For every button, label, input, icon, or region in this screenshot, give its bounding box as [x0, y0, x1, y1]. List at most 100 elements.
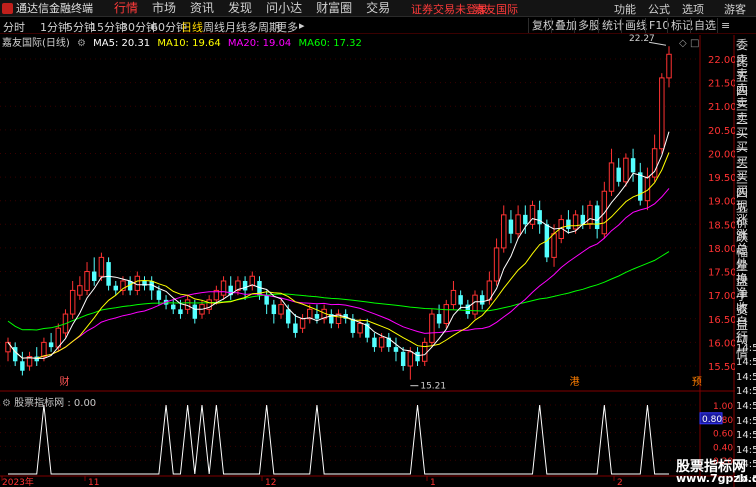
candle-body: [616, 167, 621, 182]
candle-body: [666, 53, 672, 79]
price-tick-label: 16.50: [708, 315, 735, 326]
candle-body: [350, 318, 356, 333]
candle-body: [407, 351, 414, 367]
candle-body: [69, 289, 76, 315]
candle-body: [113, 285, 118, 291]
candle-body: [41, 341, 47, 358]
price-tick-label: 17.00: [708, 291, 735, 302]
candle-body: [479, 295, 485, 305]
candle-body: [400, 351, 406, 366]
time-axis-label: 11: [88, 478, 99, 487]
candle-body: [608, 162, 615, 192]
candle-body: [443, 304, 449, 324]
low-price-label: 15.21: [420, 382, 446, 392]
candle-body: [48, 342, 54, 348]
candle-body: [501, 214, 507, 249]
kline-chart[interactable]: 22.0021.5021.0020.5020.0019.5019.0018.50…: [0, 0, 735, 487]
quote-row[interactable]: 14:5: [736, 416, 756, 427]
candle-body: [264, 295, 269, 305]
candle-body: [242, 280, 248, 291]
candle-body: [623, 157, 629, 183]
high-price-label: 22.27: [629, 34, 655, 44]
time-axis-label: 12: [265, 478, 276, 487]
candle-body: [357, 322, 363, 334]
candle-body: [436, 314, 442, 324]
candle-body: [192, 304, 198, 319]
indicator-name: 股票指标网: [14, 398, 65, 409]
indicator-value: 0.00: [73, 398, 97, 409]
price-tick-label: 19.50: [708, 173, 735, 184]
time-axis-label: 1: [430, 478, 436, 487]
indicator-settings-icon[interactable]: ⚙: [2, 398, 11, 409]
event-marker-label: 财: [60, 375, 70, 388]
event-marker-label: 港: [570, 376, 580, 388]
candle-body: [299, 318, 306, 329]
quote-row[interactable]: 14:5: [736, 430, 756, 441]
candle-body: [285, 309, 291, 324]
indicator-signal-line: [8, 404, 669, 475]
candle-body: [134, 275, 141, 291]
quote-row[interactable]: 14:5: [736, 386, 756, 397]
watermark-url: www.7gpzb.com: [676, 472, 756, 485]
time-axis-label: 2: [617, 478, 623, 487]
candle-body: [106, 262, 111, 286]
candle-body: [421, 341, 428, 362]
price-tick-label: 15.50: [708, 362, 735, 373]
candle-body: [659, 77, 665, 150]
event-marker-label: 预: [692, 376, 702, 388]
candle-body: [91, 271, 97, 281]
candle-body: [529, 204, 536, 225]
candle-body: [638, 172, 643, 201]
indicator-tick-label: 0.60: [713, 430, 733, 440]
candle-body: [171, 304, 176, 310]
candle-body: [429, 313, 435, 343]
quote-panel: 委比 卖五 卖四 卖三 卖二 卖一 买一 买二 买三 买四 买五 现价 涨跌 涨幅 总量 外盘 换手 净资 收益 自动…: [735, 36, 756, 487]
candle-body: [178, 309, 183, 315]
indicator-tick-label: 1.00: [713, 402, 733, 412]
candle-body: [450, 289, 457, 306]
quote-row[interactable]: 14:5: [736, 401, 756, 412]
chart-info-icon: ◇: [679, 38, 687, 49]
candle-body: [508, 219, 514, 234]
quote-row[interactable]: 14:5: [736, 357, 756, 368]
price-tick-label: 22.00: [708, 55, 735, 66]
candle-body: [293, 323, 298, 333]
candle-body: [594, 205, 600, 230]
price-tick-label: 16.00: [708, 338, 735, 349]
candle-body: [20, 361, 25, 371]
candle-body: [537, 210, 542, 225]
price-tick-label: 20.50: [708, 126, 735, 137]
quote-row[interactable]: 14:5: [736, 343, 756, 354]
candle-body: [278, 304, 284, 315]
candle-body: [156, 290, 162, 300]
chart-zoom-icon: □: [690, 38, 699, 49]
indicator-tick-label: 0.40: [713, 443, 733, 453]
candle-body: [378, 337, 385, 348]
quote-row[interactable]: 14:5: [736, 372, 756, 383]
price-tick-label: 20.00: [708, 149, 735, 160]
candle-body: [220, 280, 227, 296]
candle-body: [84, 271, 90, 291]
candle-body: [55, 327, 62, 348]
candle-body: [630, 158, 636, 173]
candle-body: [271, 304, 277, 315]
time-axis-label: 2023年: [2, 476, 34, 487]
candle-body: [393, 347, 399, 352]
candle-body: [515, 214, 521, 235]
candle-body: [98, 256, 105, 277]
candle-body: [566, 219, 571, 230]
candle-body: [415, 351, 420, 362]
candle-body: [572, 214, 579, 230]
candle-body: [314, 314, 320, 319]
candle-body: [372, 337, 377, 348]
candle-body: [77, 285, 83, 296]
candle-body: [458, 295, 463, 305]
price-tick-label: 21.00: [708, 102, 735, 113]
price-tick-label: 17.50: [708, 268, 735, 279]
price-tick-label: 18.50: [708, 220, 735, 231]
quote-row[interactable]: 14:5: [736, 445, 756, 456]
candle-body: [34, 356, 39, 362]
candle-body: [523, 214, 528, 225]
price-tick-label: 19.00: [708, 197, 735, 208]
candle-body: [551, 233, 557, 258]
